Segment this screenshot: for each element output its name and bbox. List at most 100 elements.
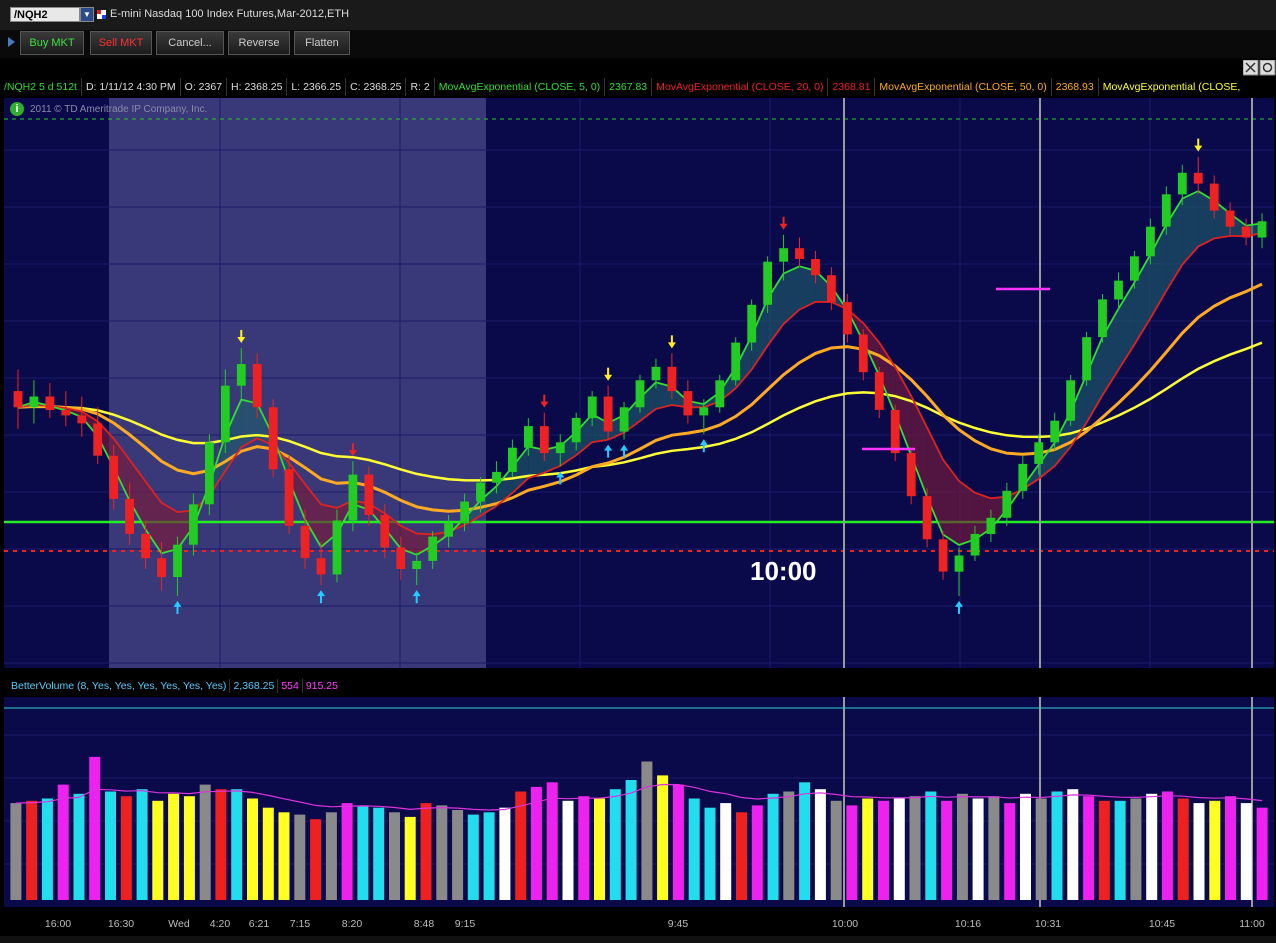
ema200-label: MovAvgExponential (CLOSE, 200	[1102, 81, 1240, 93]
volume-bar	[1067, 789, 1079, 900]
candle-body	[1241, 226, 1251, 238]
volume-bar	[278, 812, 290, 900]
volume-bar	[1114, 800, 1126, 900]
volume-bar	[641, 761, 653, 900]
volume-bar	[1209, 800, 1221, 900]
candle-body	[45, 396, 55, 410]
volume-bar	[294, 814, 306, 900]
candle-body	[843, 302, 852, 335]
volume-bar	[357, 805, 369, 900]
candle-body	[954, 555, 964, 572]
ema50-label: MovAvgExponential (CLOSE, 50, 0)	[875, 78, 1052, 96]
candle-body	[683, 391, 693, 416]
candle-body	[1177, 172, 1187, 195]
volume-bar	[89, 756, 101, 900]
bottom-strip	[0, 936, 1276, 943]
candle-body	[587, 396, 597, 419]
price-chart[interactable]	[0, 0, 1276, 943]
candle-body	[1193, 172, 1203, 184]
candle-body	[1018, 463, 1028, 491]
candle-body	[667, 366, 677, 392]
candle-body	[125, 498, 134, 534]
volume-bar	[57, 784, 69, 900]
candle-body	[555, 442, 565, 454]
candle-body	[1225, 210, 1235, 227]
volume-bar	[1020, 793, 1031, 900]
candle-body	[1002, 490, 1012, 518]
volume-bar	[10, 803, 22, 900]
x-axis-tick: 10:45	[1148, 918, 1176, 930]
candle-body	[571, 418, 581, 443]
candle-body	[460, 501, 469, 524]
info-icon[interactable]: i	[10, 102, 24, 116]
volume-bar	[515, 791, 527, 900]
volume-bar	[1146, 793, 1158, 900]
ema5-label: MovAvgExponential (CLOSE, 5, 0)	[435, 78, 606, 96]
volume-bar	[1098, 800, 1110, 900]
volume-bar	[499, 807, 511, 900]
candle-body	[986, 517, 996, 534]
ema5-value: 2367.83	[605, 78, 653, 96]
candle-body	[444, 523, 453, 537]
candle-body	[364, 474, 374, 515]
volume-bar	[183, 796, 195, 900]
candle-body	[236, 364, 246, 386]
candle-body	[61, 410, 71, 416]
candle-body	[93, 423, 103, 456]
candle-body	[316, 558, 326, 575]
x-axis-tick: 16:00	[44, 918, 72, 930]
volume-bar	[609, 789, 621, 900]
candle-body	[603, 396, 613, 432]
candle-body	[348, 474, 358, 521]
volume-bar	[956, 793, 968, 900]
candle-body	[1161, 194, 1171, 227]
candle-body	[699, 407, 709, 416]
ema20-label: MovAvgExponential (CLOSE, 20, 0)	[652, 78, 829, 96]
bar-close: C: 2368.25	[346, 78, 407, 96]
volume-bar	[420, 803, 432, 900]
candle-body	[29, 396, 39, 408]
volume-bar	[1004, 803, 1016, 900]
candle-body	[1257, 221, 1267, 238]
volume-study-label: BetterVolume (8, Yes, Yes, Yes, Yes, Yes…	[8, 679, 231, 693]
candle-body	[635, 380, 645, 408]
bar-open: O: 2367	[181, 78, 228, 96]
volume-bar	[720, 803, 732, 900]
volume-bar	[736, 812, 747, 900]
candle-body	[300, 525, 310, 559]
candle-body	[731, 342, 741, 381]
candle-body	[1130, 256, 1139, 281]
ema20-value: 2368.81	[828, 78, 876, 96]
volume-bar	[925, 791, 937, 900]
volume-bar	[941, 800, 953, 900]
volume-bar	[1035, 798, 1047, 900]
candle-body	[157, 558, 166, 578]
chart-settings-icons[interactable]	[1243, 60, 1276, 76]
volume-bar	[594, 798, 605, 900]
candle-body	[922, 496, 932, 540]
candle-body	[380, 515, 390, 548]
volume-bar	[41, 798, 53, 900]
volume-bar	[1225, 796, 1236, 900]
volume-bar	[373, 807, 385, 900]
volume-value-1: 2,368.25	[230, 679, 279, 693]
volume-bar	[1256, 807, 1268, 900]
candle-body	[874, 372, 884, 410]
volume-bar	[436, 805, 448, 900]
candle-body	[715, 380, 725, 408]
volume-study-header: BetterVolume (8, Yes, Yes, Yes, Yes, Yes…	[8, 679, 341, 693]
volume-bar	[215, 789, 227, 900]
volume-bar	[136, 789, 148, 900]
candle-body	[13, 391, 23, 408]
volume-value-2: 554	[278, 679, 303, 693]
candle-body	[412, 560, 422, 569]
candle-body	[189, 504, 198, 545]
volume-bar	[247, 798, 258, 900]
candle-body	[524, 426, 533, 448]
candle-body	[1114, 280, 1123, 300]
x-axis-tick: 9:45	[667, 918, 689, 930]
candle-body	[763, 261, 772, 305]
x-axis-tick: 10:00	[831, 918, 859, 930]
candle-body	[619, 407, 629, 432]
candle-body	[970, 533, 980, 556]
